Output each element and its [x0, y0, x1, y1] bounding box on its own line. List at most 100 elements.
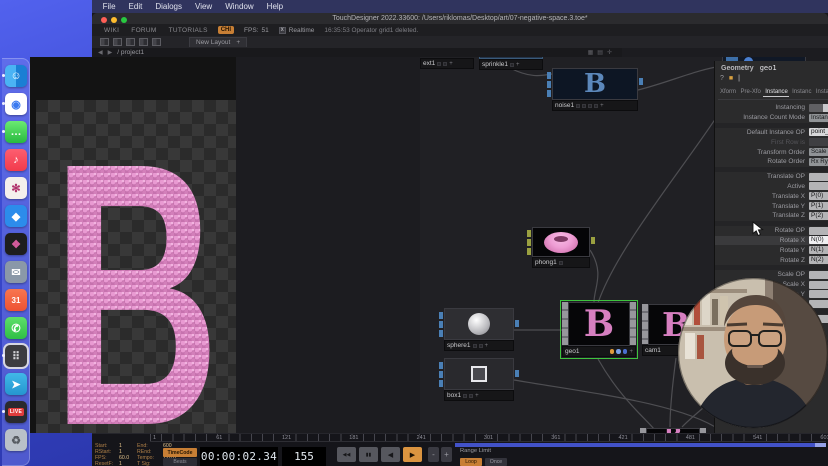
zoom-out-button[interactable]: -: [428, 447, 439, 462]
grid-snap-icon[interactable]: ▦: [588, 49, 594, 56]
nav-forward-icon[interactable]: ▶: [108, 49, 113, 56]
topbar-link-forum[interactable]: FORUM: [131, 27, 156, 34]
param-field-rotate-z[interactable]: N(2): [809, 256, 828, 264]
dock-finder-icon[interactable]: ☺: [5, 65, 27, 87]
noise1-thumbnail: B: [584, 71, 606, 97]
param-tab-xform[interactable]: Xform: [718, 88, 738, 97]
geo1-render-flag[interactable]: [610, 349, 615, 354]
operator-type-title: Geometrygeo1: [721, 64, 777, 72]
node-text1[interactable]: ext1+: [420, 58, 474, 69]
realtime-label[interactable]: Realtime: [289, 27, 315, 34]
param-dropdown-instance-count-mode[interactable]: Instance OP(s) Length: [809, 114, 828, 122]
param-field-rotate-x[interactable]: N(0): [809, 236, 828, 244]
td-top-toolbar: WIKIFORUMTUTORIALS CHI FPS: 51 x Realtim…: [92, 24, 828, 36]
param-field-translate-y[interactable]: P(1): [809, 202, 828, 210]
status-message: 16:35:53 Operator grid1 deleted.: [324, 27, 418, 34]
screen: ☺◉…♪✻◆❖✉31✆⠿➤LIVE♻ TouchDesignerFileEdit…: [0, 0, 828, 466]
dock-music-icon[interactable]: ♪: [5, 149, 27, 171]
node-geo1[interactable]: B geo1 +: [562, 302, 636, 357]
param-field-default-instance-op[interactable]: point_system: [809, 128, 828, 136]
param-field-translate-z[interactable]: P(2): [809, 212, 828, 220]
param-field-rotate-op[interactable]: [809, 227, 828, 235]
dock-slack-icon[interactable]: ✻: [5, 177, 27, 199]
node-sprinkle1[interactable]: sprinkle1+: [479, 57, 543, 70]
zoom-in-button[interactable]: +: [441, 447, 452, 462]
param-field-translate-op[interactable]: [809, 173, 828, 181]
new-layout-tab[interactable]: New Layout +: [189, 37, 247, 47]
param-tab-instanc[interactable]: Instanc: [790, 88, 813, 97]
pane-layout-icon[interactable]: [100, 38, 109, 46]
menu-file[interactable]: File: [103, 2, 116, 11]
dock-trash-icon[interactable]: ♻: [5, 429, 27, 451]
param-tab-pre-xfo[interactable]: Pre-Xfo: [739, 88, 763, 97]
param-field-active[interactable]: [809, 182, 828, 190]
range-bar-handle[interactable]: [815, 443, 826, 447]
play-button[interactable]: ▶: [403, 447, 422, 462]
menu-dialogs[interactable]: Dialogs: [155, 2, 182, 11]
param-field-translate-x[interactable]: P(0): [809, 192, 828, 200]
dock-chrome-icon[interactable]: ◉: [5, 93, 27, 115]
dock-messages-icon[interactable]: …: [5, 121, 27, 143]
menu-help[interactable]: Help: [267, 2, 283, 11]
geo1-pickable-flag[interactable]: [623, 349, 628, 354]
pane-layout-icon[interactable]: [152, 38, 161, 46]
dock-mail-icon[interactable]: ✉: [5, 261, 27, 283]
window-titlebar[interactable]: TouchDesigner 2022.33600: /Users/rikloma…: [92, 13, 828, 24]
network-path[interactable]: / project1: [117, 49, 144, 56]
jump-to-start-button[interactable]: ◀◀: [337, 447, 356, 462]
menu-window[interactable]: Window: [225, 2, 253, 11]
pane-layout-icon[interactable]: [113, 38, 122, 46]
param-row-transform-order: Transform OrderScale Rotate Translate▼: [715, 147, 828, 157]
menu-edit[interactable]: Edit: [129, 2, 143, 11]
ruler-frame-label: 61: [215, 435, 223, 441]
param-dropdown-transform-order[interactable]: Scale Rotate Translate: [809, 148, 828, 156]
lock-icon[interactable]: ■: [729, 75, 733, 82]
param-label-translate-y: Translate Y: [715, 203, 809, 210]
pause-button[interactable]: ▮▮: [359, 447, 378, 462]
range-bar[interactable]: [455, 443, 826, 447]
node-sphere1[interactable]: sphere1+: [444, 308, 514, 351]
list-view-icon[interactable]: ▤: [597, 49, 603, 56]
current-frame-display[interactable]: 155: [282, 447, 326, 466]
topbar-link-tutorials[interactable]: TUTORIALS: [169, 27, 208, 34]
dock-vscode-icon[interactable]: ◆: [5, 205, 27, 227]
loop-button[interactable]: Loop: [460, 458, 482, 466]
pane-layout-icon[interactable]: [139, 38, 148, 46]
network-path-bar: ◀ ▶ / project1 ▦ ▤ ✛: [92, 48, 622, 57]
geo1-display-flag[interactable]: [616, 349, 621, 354]
sphere1-thumbnail: [468, 313, 490, 335]
setting-value[interactable]: 1: [119, 461, 137, 466]
beats-mode-button[interactable]: Beats: [163, 458, 197, 466]
menu-view[interactable]: View: [195, 2, 212, 11]
param-field-rotate-y[interactable]: N(1): [809, 246, 828, 254]
add-layout-button[interactable]: +: [236, 39, 240, 46]
param-dropdown-rotate-order[interactable]: Rx Ry Rz: [809, 158, 828, 166]
param-field-first-row-is[interactable]: [809, 138, 828, 146]
dock-figma-icon[interactable]: ❖: [5, 233, 27, 255]
param-toggle-instancing[interactable]: On: [809, 104, 828, 112]
timecode-mode-button[interactable]: TimeCode: [163, 448, 197, 457]
dock-live-stream-icon[interactable]: LIVE: [5, 401, 27, 423]
add-operator-icon[interactable]: ✛: [607, 49, 612, 56]
play-reverse-button[interactable]: ◀: [381, 447, 400, 462]
top-viewer-window[interactable]: B: [30, 57, 236, 433]
node-phong1[interactable]: phong1: [532, 227, 590, 268]
pane-layout-icon[interactable]: [126, 38, 135, 46]
frame-ruler[interactable]: 161121181241301361421481541601: [150, 434, 826, 442]
param-tab-instanc[interactable]: Instanc: [814, 88, 828, 97]
dock-whatsapp-icon[interactable]: ✆: [5, 317, 27, 339]
nav-back-icon[interactable]: ◀: [98, 49, 103, 56]
cursor-icon[interactable]: |: [738, 75, 740, 82]
dock-calendar-icon[interactable]: 31: [5, 289, 27, 311]
node-noise1[interactable]: B noise1+: [552, 68, 638, 111]
node-box1[interactable]: box1+: [444, 358, 514, 401]
topbar-link-wiki[interactable]: WIKI: [104, 27, 119, 34]
particle-letter-b: B: [48, 152, 224, 434]
once-button[interactable]: Once: [485, 458, 507, 466]
dock-telegram-icon[interactable]: ➤: [5, 373, 27, 395]
param-tab-instance[interactable]: Instance: [763, 88, 789, 97]
dock-touchdesigner-icon[interactable]: ⠿: [5, 345, 27, 367]
param-row-translate-op: Translate OP: [715, 172, 828, 182]
realtime-checkbox[interactable]: x: [279, 27, 286, 34]
help-icon[interactable]: ?: [720, 75, 724, 82]
